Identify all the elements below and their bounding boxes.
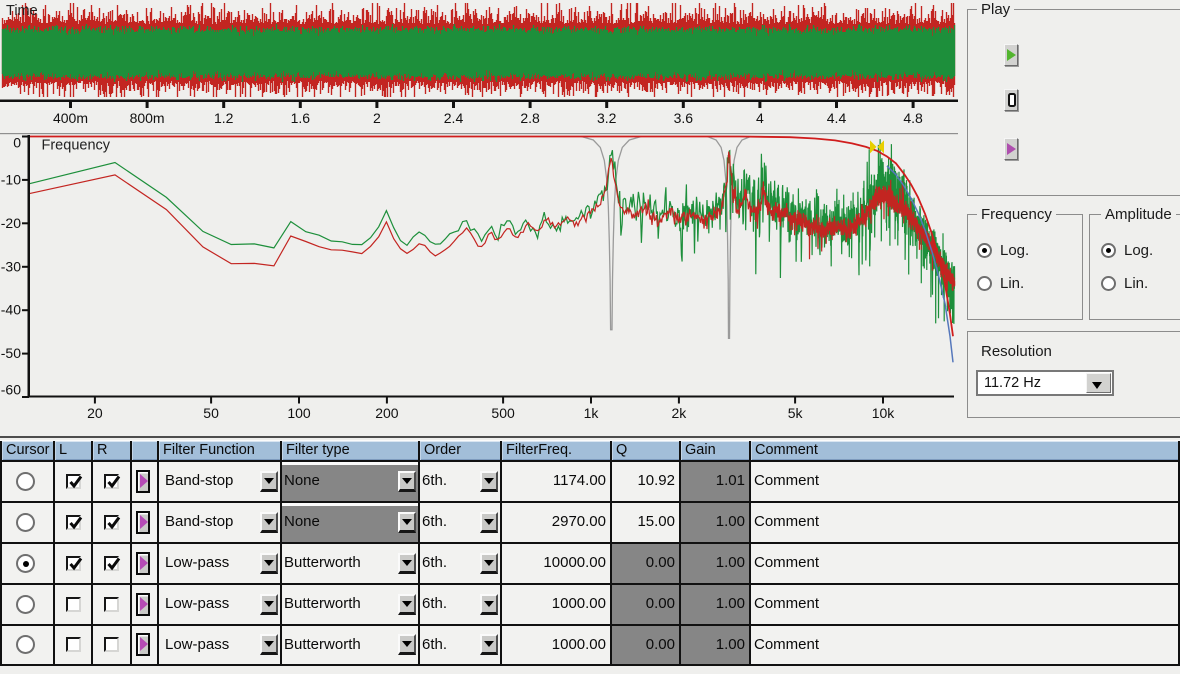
- svg-text:1.6: 1.6: [291, 110, 311, 126]
- svg-text:1.2: 1.2: [214, 110, 234, 126]
- svg-text:800m: 800m: [130, 110, 165, 126]
- svg-text:3.6: 3.6: [674, 110, 694, 126]
- svg-text:0: 0: [13, 135, 21, 151]
- svg-text:-30: -30: [1, 258, 21, 274]
- svg-text:-40: -40: [1, 302, 21, 318]
- svg-text:-10: -10: [1, 171, 21, 187]
- svg-text:-20: -20: [1, 215, 21, 231]
- svg-text:4: 4: [756, 110, 764, 126]
- svg-text:2.4: 2.4: [444, 110, 464, 126]
- svg-text:20: 20: [87, 405, 103, 421]
- svg-text:4.8: 4.8: [903, 110, 923, 126]
- svg-text:1k: 1k: [584, 405, 600, 421]
- svg-text:2k: 2k: [672, 405, 688, 421]
- svg-text:Frequency: Frequency: [42, 138, 111, 154]
- svg-text:100: 100: [287, 405, 311, 421]
- svg-text:200: 200: [375, 405, 399, 421]
- svg-text:2: 2: [373, 110, 381, 126]
- svg-text:50: 50: [203, 405, 219, 421]
- svg-text:400m: 400m: [53, 110, 88, 126]
- svg-text:-60: -60: [1, 382, 21, 398]
- svg-text:10k: 10k: [872, 405, 896, 421]
- svg-text:500: 500: [491, 405, 515, 421]
- svg-text:2.8: 2.8: [520, 110, 540, 126]
- svg-text:4.4: 4.4: [827, 110, 847, 126]
- svg-text:3.2: 3.2: [597, 110, 617, 126]
- svg-text:Time: Time: [6, 3, 38, 19]
- svg-text:-50: -50: [1, 345, 21, 361]
- svg-text:5k: 5k: [788, 405, 804, 421]
